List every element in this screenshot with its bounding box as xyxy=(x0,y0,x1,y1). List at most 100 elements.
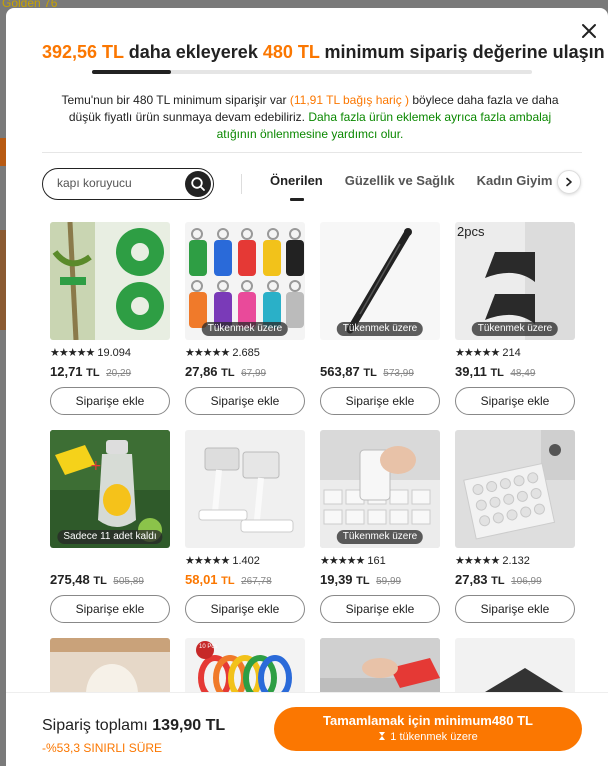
search-button[interactable] xyxy=(185,171,211,197)
currency: TL xyxy=(221,367,235,379)
product-price: 19,39 TL xyxy=(320,572,370,587)
stars-icon: ★★★★★ xyxy=(455,347,500,359)
product-card[interactable]: ★★★★★ 2.132 27,83 TL 106,99 Siparişe ekl… xyxy=(455,430,575,623)
product-rating: ★★★★★ 2.132 xyxy=(455,554,575,568)
tab-kadin-giyim[interactable]: Kadın Giyim xyxy=(477,168,553,204)
description: Temu'nun bir 480 TL minimum siparişir va… xyxy=(50,92,570,143)
product-image[interactable]: Tükenmek üzere xyxy=(320,222,440,340)
stars-icon: ★★★★★ xyxy=(185,555,230,567)
price-row: 12,71 TL 20,29 xyxy=(50,363,170,381)
product-price: 563,87 TL xyxy=(320,364,377,379)
add-to-order-button[interactable]: Siparişe ekle xyxy=(185,387,305,415)
old-price: 573,99 xyxy=(383,368,414,379)
tab-onerilen[interactable]: Önerilen xyxy=(270,168,323,204)
product-card[interactable]: ★★★★★ 19.094 12,71 TL 20,29 Siparişe ekl… xyxy=(50,222,170,415)
product-card[interactable]: Tükenmek üzere 563,87 TL 573,99 Siparişe… xyxy=(320,222,440,415)
product-image[interactable]: + Sadece 11 adet kaldı xyxy=(50,430,170,548)
product-price: 27,83 TL xyxy=(455,572,505,587)
review-count: 2.132 xyxy=(502,555,530,567)
add-to-order-button[interactable]: Siparişe ekle xyxy=(50,387,170,415)
headline-text: minimum sipariş değerine ulaşın xyxy=(319,42,605,62)
product-card[interactable]: 2pcs Tükenmek üzere ★★★★★ 214 39,11 TL 4… xyxy=(455,222,575,415)
product-image[interactable]: Tükenmek üzere xyxy=(185,222,305,340)
currency: TL xyxy=(221,575,235,587)
review-count: 214 xyxy=(502,347,521,359)
description-donation: (11,91 TL bağış hariç ) xyxy=(289,93,410,107)
product-image[interactable] xyxy=(185,430,305,548)
price-value: 58,01 xyxy=(185,572,218,587)
checkout-sublabel: 1 tükenmek üzere xyxy=(274,731,582,743)
add-to-order-button[interactable]: Siparişe ekle xyxy=(320,595,440,623)
currency: TL xyxy=(490,367,504,379)
checkout-stock-text: 1 tükenmek üzere xyxy=(390,731,478,743)
stock-badge: Tükenmek üzere xyxy=(336,322,424,336)
product-card[interactable]: + Sadece 11 adet kaldı 275,48 TL 505,89 … xyxy=(50,430,170,623)
tabs-next-button[interactable] xyxy=(557,170,581,194)
currency: TL xyxy=(93,575,107,587)
hourglass-icon xyxy=(379,732,386,740)
add-to-order-button[interactable]: Siparişe ekle xyxy=(320,387,440,415)
page-title: 392,56 TL daha ekleyerek 480 TL minimum … xyxy=(42,42,605,63)
product-price: 275,48 TL xyxy=(50,572,107,587)
product-rating: ★★★★★ 2.685 xyxy=(185,346,305,360)
product-rating: ★★★★★ 161 xyxy=(320,554,440,568)
phone-stand-image xyxy=(185,430,305,548)
search-box xyxy=(42,168,214,200)
progress-fill xyxy=(92,70,172,74)
price-value: 12,71 xyxy=(50,364,83,379)
product-card[interactable]: ★★★★★ 1.402 58,01 TL 267,78 Siparişe ekl… xyxy=(185,430,305,623)
product-image[interactable]: Tükenmek üzere xyxy=(320,430,440,548)
product-card[interactable]: Tükenmek üzere ★★★★★ 2.685 27,86 TL 67,9… xyxy=(185,222,305,415)
product-image[interactable] xyxy=(50,222,170,340)
product-tag: 10 Pcs xyxy=(199,644,218,650)
divider xyxy=(42,152,582,153)
search-icon xyxy=(191,177,205,191)
divider xyxy=(241,174,242,194)
old-price: 106,99 xyxy=(511,576,542,587)
tab-guzellik-ve-saglik[interactable]: Güzellik ve Sağlık xyxy=(345,168,455,204)
order-total: Sipariş toplamı 139,90 TL xyxy=(42,717,225,735)
bottom-bar: Sipariş toplamı 139,90 TL -%53,3 SINIRLI… xyxy=(6,692,608,766)
price-row: 19,39 TL 59,99 xyxy=(320,571,440,589)
product-rating xyxy=(320,346,440,360)
price-value: 275,48 xyxy=(50,572,90,587)
product-image[interactable] xyxy=(455,430,575,548)
discount-label: -%53,3 SINIRLI SÜRE xyxy=(42,741,163,755)
product-price: 58,01 TL xyxy=(185,572,235,587)
product-rating: ★★★★★ 214 xyxy=(455,346,575,360)
old-price: 59,99 xyxy=(376,576,402,587)
currency: TL xyxy=(491,575,505,587)
product-image[interactable]: 2pcs Tükenmek üzere xyxy=(455,222,575,340)
review-count: 2.685 xyxy=(232,347,260,359)
chevron-right-icon xyxy=(566,177,572,187)
stars-icon: ★★★★★ xyxy=(50,347,95,359)
checkout-label: Tamamlamak için minimum480 TL xyxy=(323,713,533,728)
checkout-button[interactable]: Tamamlamak için minimum480 TL 1 tükenmek… xyxy=(274,707,582,751)
product-tag: 2pcs xyxy=(457,224,485,239)
add-to-order-button[interactable]: Siparişe ekle xyxy=(455,387,575,415)
price-value: 563,87 xyxy=(320,364,360,379)
product-card[interactable]: Tükenmek üzere ★★★★★ 161 19,39 TL 59,99 … xyxy=(320,430,440,623)
search-input[interactable] xyxy=(57,176,177,190)
product-price: 39,11 TL xyxy=(455,364,504,379)
old-price: 67,99 xyxy=(241,368,267,379)
total-label: Sipariş toplamı xyxy=(42,717,153,734)
currency: TL xyxy=(363,367,377,379)
old-price: 505,89 xyxy=(113,576,144,587)
review-count: 1.402 xyxy=(232,555,260,567)
amount-needed: 392,56 TL xyxy=(42,42,124,62)
add-to-order-button[interactable]: Siparişe ekle xyxy=(455,595,575,623)
progress-bar xyxy=(92,70,532,74)
add-to-order-button[interactable]: Siparişe ekle xyxy=(185,595,305,623)
price-row: 39,11 TL 48,49 xyxy=(455,363,575,381)
close-button[interactable] xyxy=(578,20,600,42)
total-value: 139,90 TL xyxy=(152,717,226,734)
price-row: 58,01 TL 267,78 xyxy=(185,571,305,589)
stock-badge: Tükenmek üzere xyxy=(201,322,289,336)
stars-icon: ★★★★★ xyxy=(320,555,365,567)
stock-badge: Tükenmek üzere xyxy=(471,322,559,336)
add-to-order-button[interactable]: Siparişe ekle xyxy=(50,595,170,623)
product-price: 12,71 TL xyxy=(50,364,100,379)
description-text: Temu'nun bir 480 TL minimum siparişir va… xyxy=(61,93,290,107)
price-value: 27,86 xyxy=(185,364,218,379)
